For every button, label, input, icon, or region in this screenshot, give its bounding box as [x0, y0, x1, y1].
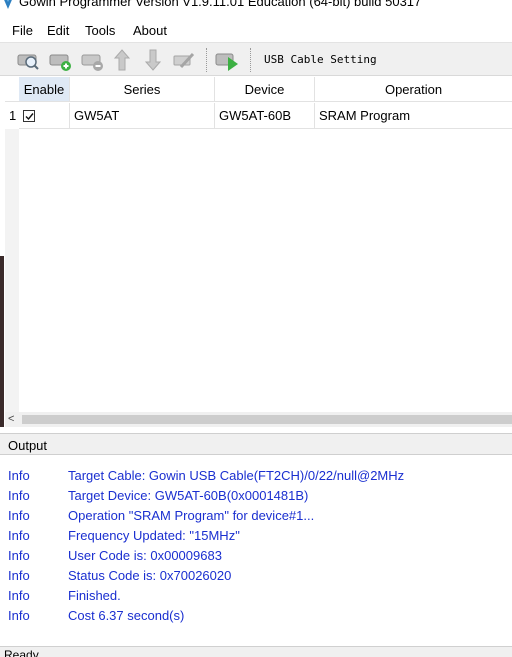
- checkmark-icon: [25, 113, 34, 121]
- log-entry: Info Target Cable: Gowin USB Cable(FT2CH)…: [8, 468, 405, 483]
- menu-edit[interactable]: Edit: [47, 23, 69, 38]
- window-title: Gowin Programmer Version V1.9.11.01 Educ…: [19, 0, 422, 9]
- menu-bar: File Edit Tools About: [0, 20, 512, 40]
- status-bar: Ready: [0, 646, 512, 657]
- scroll-thumb[interactable]: [22, 415, 512, 424]
- device-table: Enable Series Device Operation 1 GW5AT G…: [5, 77, 512, 412]
- table-corner: [5, 77, 19, 102]
- status-text: Ready: [4, 648, 39, 657]
- output-panel-header: Output: [0, 433, 512, 455]
- remove-device-icon: [81, 54, 103, 71]
- move-up-button[interactable]: [109, 47, 135, 73]
- menu-file[interactable]: File: [12, 23, 33, 38]
- scan-device-icon: [17, 54, 39, 70]
- program-run-icon: [215, 53, 238, 71]
- header-enable[interactable]: Enable: [19, 77, 70, 102]
- output-title: Output: [8, 438, 48, 453]
- move-down-button[interactable]: [140, 47, 166, 73]
- header-series[interactable]: Series: [70, 77, 215, 102]
- row-header-band: [5, 129, 19, 412]
- arrow-down-icon: [144, 49, 162, 71]
- device-cell[interactable]: GW5AT-60B: [215, 103, 315, 129]
- log-entry: Info Status Code is: 0x70026020: [8, 568, 232, 583]
- series-cell[interactable]: GW5AT: [70, 103, 215, 129]
- row-number: 1: [5, 103, 19, 129]
- enable-checkbox[interactable]: [23, 110, 35, 122]
- edit-config-button[interactable]: [171, 47, 197, 73]
- menu-about[interactable]: About: [133, 23, 167, 38]
- toolbar: USB Cable Setting: [0, 42, 512, 76]
- header-device[interactable]: Device: [215, 77, 315, 102]
- log-entry: Info Target Device: GW5AT-60B(0x0001481B): [8, 488, 309, 503]
- usb-cable-setting-button[interactable]: USB Cable Setting: [264, 53, 377, 66]
- log-entry: Info Finished.: [8, 588, 121, 603]
- edit-icon: [173, 52, 195, 69]
- menu-tools[interactable]: Tools: [85, 23, 115, 38]
- title-bar: Gowin Programmer Version V1.9.11.01 Educ…: [0, 0, 512, 12]
- horizontal-scrollbar[interactable]: <: [5, 412, 512, 427]
- operation-cell[interactable]: SRAM Program: [315, 103, 512, 129]
- remove-device-button[interactable]: [79, 47, 105, 73]
- gowin-logo-icon: [2, 0, 14, 9]
- arrow-up-icon: [113, 49, 131, 71]
- toolbar-separator: [250, 48, 251, 72]
- toolbar-separator: [206, 48, 207, 72]
- program-run-button[interactable]: [214, 47, 240, 73]
- header-operation[interactable]: Operation: [315, 77, 512, 102]
- scroll-left-icon[interactable]: <: [8, 413, 14, 425]
- add-device-button[interactable]: [47, 47, 73, 73]
- output-log: Info Target Cable: Gowin USB Cable(FT2CH)…: [0, 456, 512, 646]
- enable-cell[interactable]: [19, 103, 70, 129]
- log-entry: Info Cost 6.37 second(s): [8, 608, 185, 623]
- log-entry: Info User Code is: 0x00009683: [8, 548, 222, 563]
- add-device-icon: [49, 54, 71, 71]
- scan-device-button[interactable]: [15, 47, 41, 73]
- log-entry: Info Operation "SRAM Program" for device#…: [8, 508, 315, 523]
- log-entry: Info Frequency Updated: "15MHz": [8, 528, 240, 543]
